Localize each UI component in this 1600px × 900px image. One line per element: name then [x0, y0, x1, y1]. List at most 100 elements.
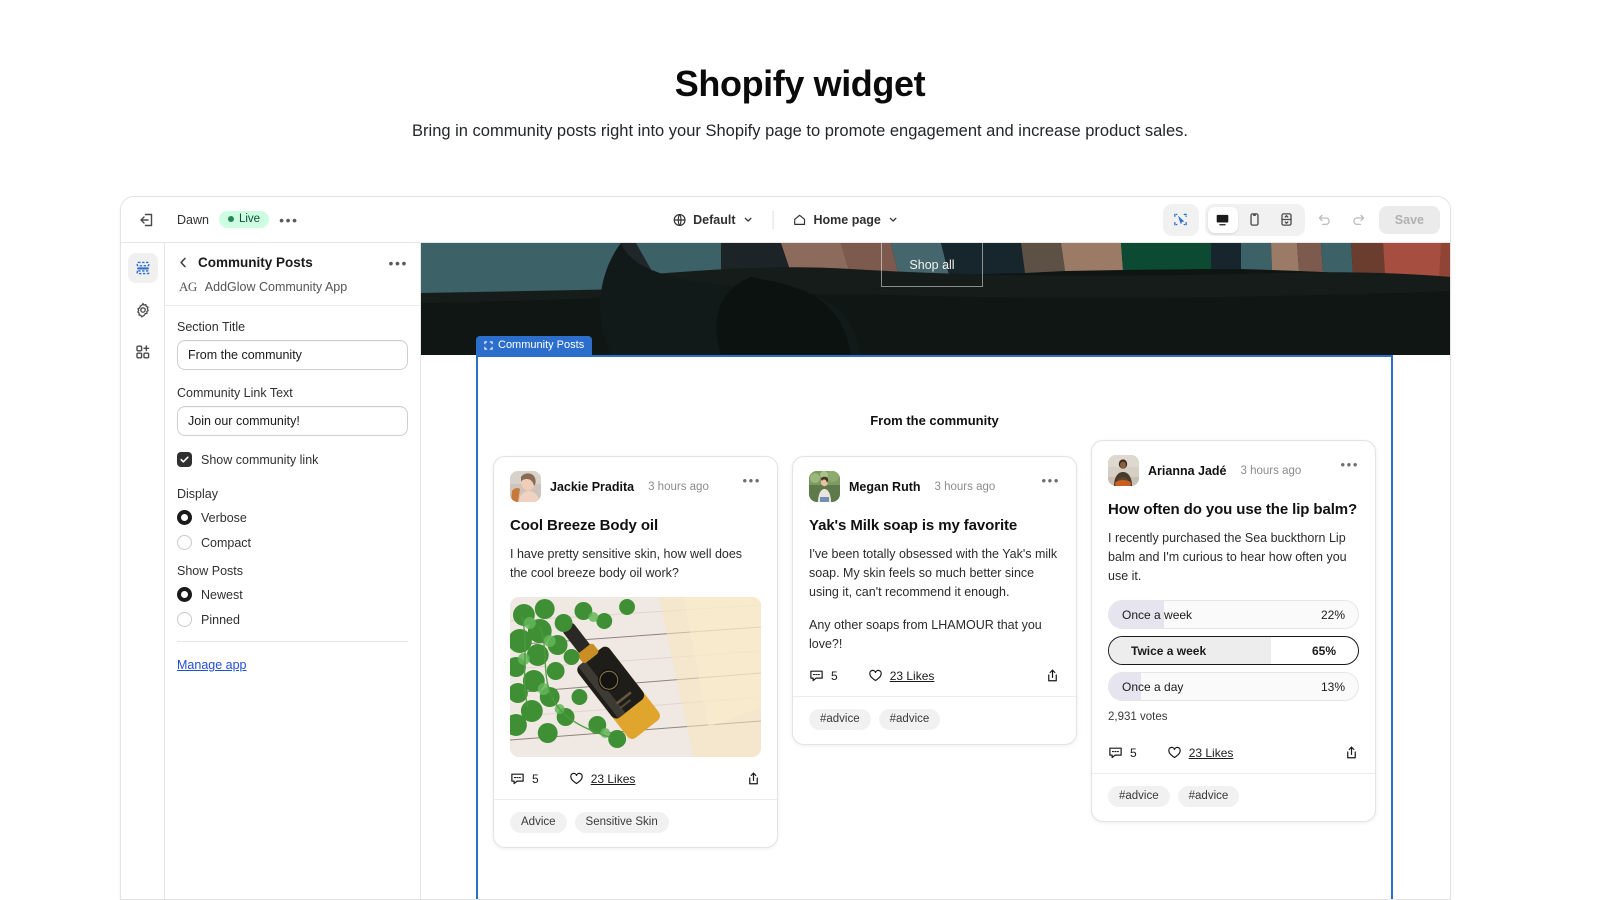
comment-count: 5	[831, 668, 838, 683]
radio-compact[interactable]: Compact	[177, 535, 408, 550]
avatar	[809, 471, 840, 502]
tag-chip[interactable]: Sensitive Skin	[574, 812, 669, 833]
poll-option-label: Twice a week	[1131, 643, 1207, 658]
manage-app-link[interactable]: Manage app	[177, 658, 247, 672]
like-count[interactable]: 23 Likes	[890, 669, 935, 683]
avatar-image	[809, 471, 840, 502]
section-tag-badge[interactable]: Community Posts	[476, 336, 593, 355]
hero-banner: Shop all Community Posts	[421, 243, 1450, 355]
tag-chip[interactable]: #advice	[878, 709, 941, 730]
desktop-icon[interactable]	[1207, 206, 1238, 233]
page-title: Shopify widget	[674, 63, 926, 104]
exit-icon[interactable]	[133, 206, 161, 234]
theme-name: Dawn	[177, 212, 209, 227]
like-action[interactable]: 23 Likes	[1167, 745, 1234, 760]
community-link-text-label: Community Link Text	[177, 386, 293, 400]
select-mode-group	[1162, 203, 1199, 236]
device-view-group	[1204, 203, 1305, 236]
chevron-down-icon	[742, 214, 753, 225]
like-count[interactable]: 23 Likes	[1189, 746, 1234, 760]
poll-vote-count: 2,931 votes	[1108, 711, 1168, 723]
chevron-left-icon[interactable]	[177, 256, 190, 269]
section-tag-label: Community Posts	[498, 339, 585, 351]
tag-chip[interactable]: Advice	[510, 812, 567, 833]
page-selector[interactable]: Home page	[783, 208, 907, 232]
poll-option-selected[interactable]: Twice a week 65%	[1108, 636, 1359, 665]
app-blocks-add-icon[interactable]	[128, 337, 158, 367]
post-card[interactable]: Jackie Pradita 3 hours ago ••• Cool Bree…	[493, 456, 778, 848]
page-subtitle: Bring in community posts right into your…	[412, 122, 1188, 140]
radio-verbose[interactable]: Verbose	[177, 510, 408, 525]
post-more-button[interactable]: •••	[1042, 473, 1060, 488]
community-link-text-input[interactable]	[177, 406, 408, 436]
editor-topbar: Dawn Live ••• Default Home page Save	[121, 197, 1450, 243]
comment-action[interactable]: 5	[809, 668, 838, 683]
home-icon	[792, 213, 806, 227]
addglow-logo: AG	[179, 279, 197, 294]
like-action[interactable]: 23 Likes	[868, 668, 935, 683]
tag-chip[interactable]: #advice	[809, 709, 871, 730]
shopify-theme-editor-window: Dawn Live ••• Default Home page Save Com…	[120, 196, 1451, 900]
post-more-button[interactable]: •••	[743, 473, 761, 488]
save-button[interactable]: Save	[1378, 205, 1440, 234]
locale-label: Default	[693, 212, 736, 227]
radio-compact-label: Compact	[201, 535, 252, 550]
panel-header: Community Posts ••• AG AddGlow Community…	[165, 243, 420, 306]
redo-icon[interactable]	[1345, 206, 1373, 234]
tag-chip[interactable]: #advice	[1108, 786, 1170, 807]
section-title-input[interactable]	[177, 340, 408, 370]
locale-selector[interactable]: Default	[663, 208, 762, 232]
poll-option-label: Once a day	[1122, 679, 1184, 694]
radio-pinned[interactable]: Pinned	[177, 612, 408, 627]
radio-newest-label: Newest	[201, 587, 243, 602]
post-tags: #advice #advice	[1092, 773, 1375, 821]
post-tags: #advice #advice	[793, 696, 1076, 744]
share-icon[interactable]	[746, 771, 761, 786]
share-icon[interactable]	[1045, 668, 1060, 683]
cursor-select-icon[interactable]	[1166, 207, 1196, 233]
display-group-label: Display	[177, 487, 218, 501]
fullscreen-icon[interactable]	[1272, 207, 1302, 233]
shop-all-button[interactable]: Shop all	[881, 243, 983, 287]
theme-preview: Shop all Community Posts From the commun…	[421, 243, 1450, 899]
post-body: I recently purchased the Sea buckthorn L…	[1108, 531, 1347, 583]
show-community-link-label: Show community link	[201, 452, 319, 467]
radio-pinned-indicator	[177, 612, 192, 627]
like-count[interactable]: 23 Likes	[591, 772, 636, 786]
poll-option[interactable]: Once a week 22%	[1108, 600, 1359, 629]
radio-newest[interactable]: Newest	[177, 587, 408, 602]
comment-action[interactable]: 5	[1108, 745, 1137, 760]
post-more-button[interactable]: •••	[1341, 457, 1359, 472]
checkbox-checked-icon	[177, 452, 192, 467]
tag-chip[interactable]: #advice	[1177, 786, 1240, 807]
poll-option-label: Once a week	[1122, 607, 1193, 622]
show-posts-group: Show Posts Newest Pinned	[177, 564, 408, 627]
post-photo[interactable]	[510, 597, 761, 757]
heart-icon	[569, 771, 584, 786]
comment-action[interactable]: 5	[510, 771, 539, 786]
post-time: 3 hours ago	[1240, 464, 1302, 477]
display-group: Display Verbose Compact	[177, 487, 408, 550]
theme-more-button[interactable]: •••	[279, 213, 299, 227]
section-heading: From the community	[870, 413, 999, 428]
sections-icon[interactable]	[127, 253, 158, 283]
post-card[interactable]: Arianna Jadé 3 hours ago ••• How often d…	[1091, 440, 1376, 822]
gear-icon[interactable]	[128, 295, 158, 325]
status-badge: Live	[218, 211, 270, 228]
comment-icon	[510, 771, 525, 786]
show-community-link-checkbox-row[interactable]: Show community link	[177, 452, 408, 467]
poll-option-percent: 22%	[1320, 607, 1345, 622]
mobile-icon[interactable]	[1240, 207, 1270, 233]
poll-option[interactable]: Once a day 13%	[1108, 672, 1359, 701]
like-action[interactable]: 23 Likes	[569, 771, 636, 786]
panel-divider	[177, 641, 408, 642]
community-posts-section[interactable]: From the community Jackie Pradita 3 hour…	[476, 355, 1393, 899]
radio-verbose-indicator	[177, 510, 192, 525]
undo-icon[interactable]	[1311, 206, 1339, 234]
share-icon[interactable]	[1344, 745, 1359, 760]
post-card[interactable]: Megan Ruth 3 hours ago ••• Yak's Milk so…	[792, 456, 1077, 745]
chevron-down-icon	[888, 214, 899, 225]
show-posts-group-label: Show Posts	[177, 564, 244, 578]
panel-more-button[interactable]: •••	[388, 256, 408, 270]
post-body: I've been totally obsessed with the Yak'…	[809, 547, 1058, 599]
